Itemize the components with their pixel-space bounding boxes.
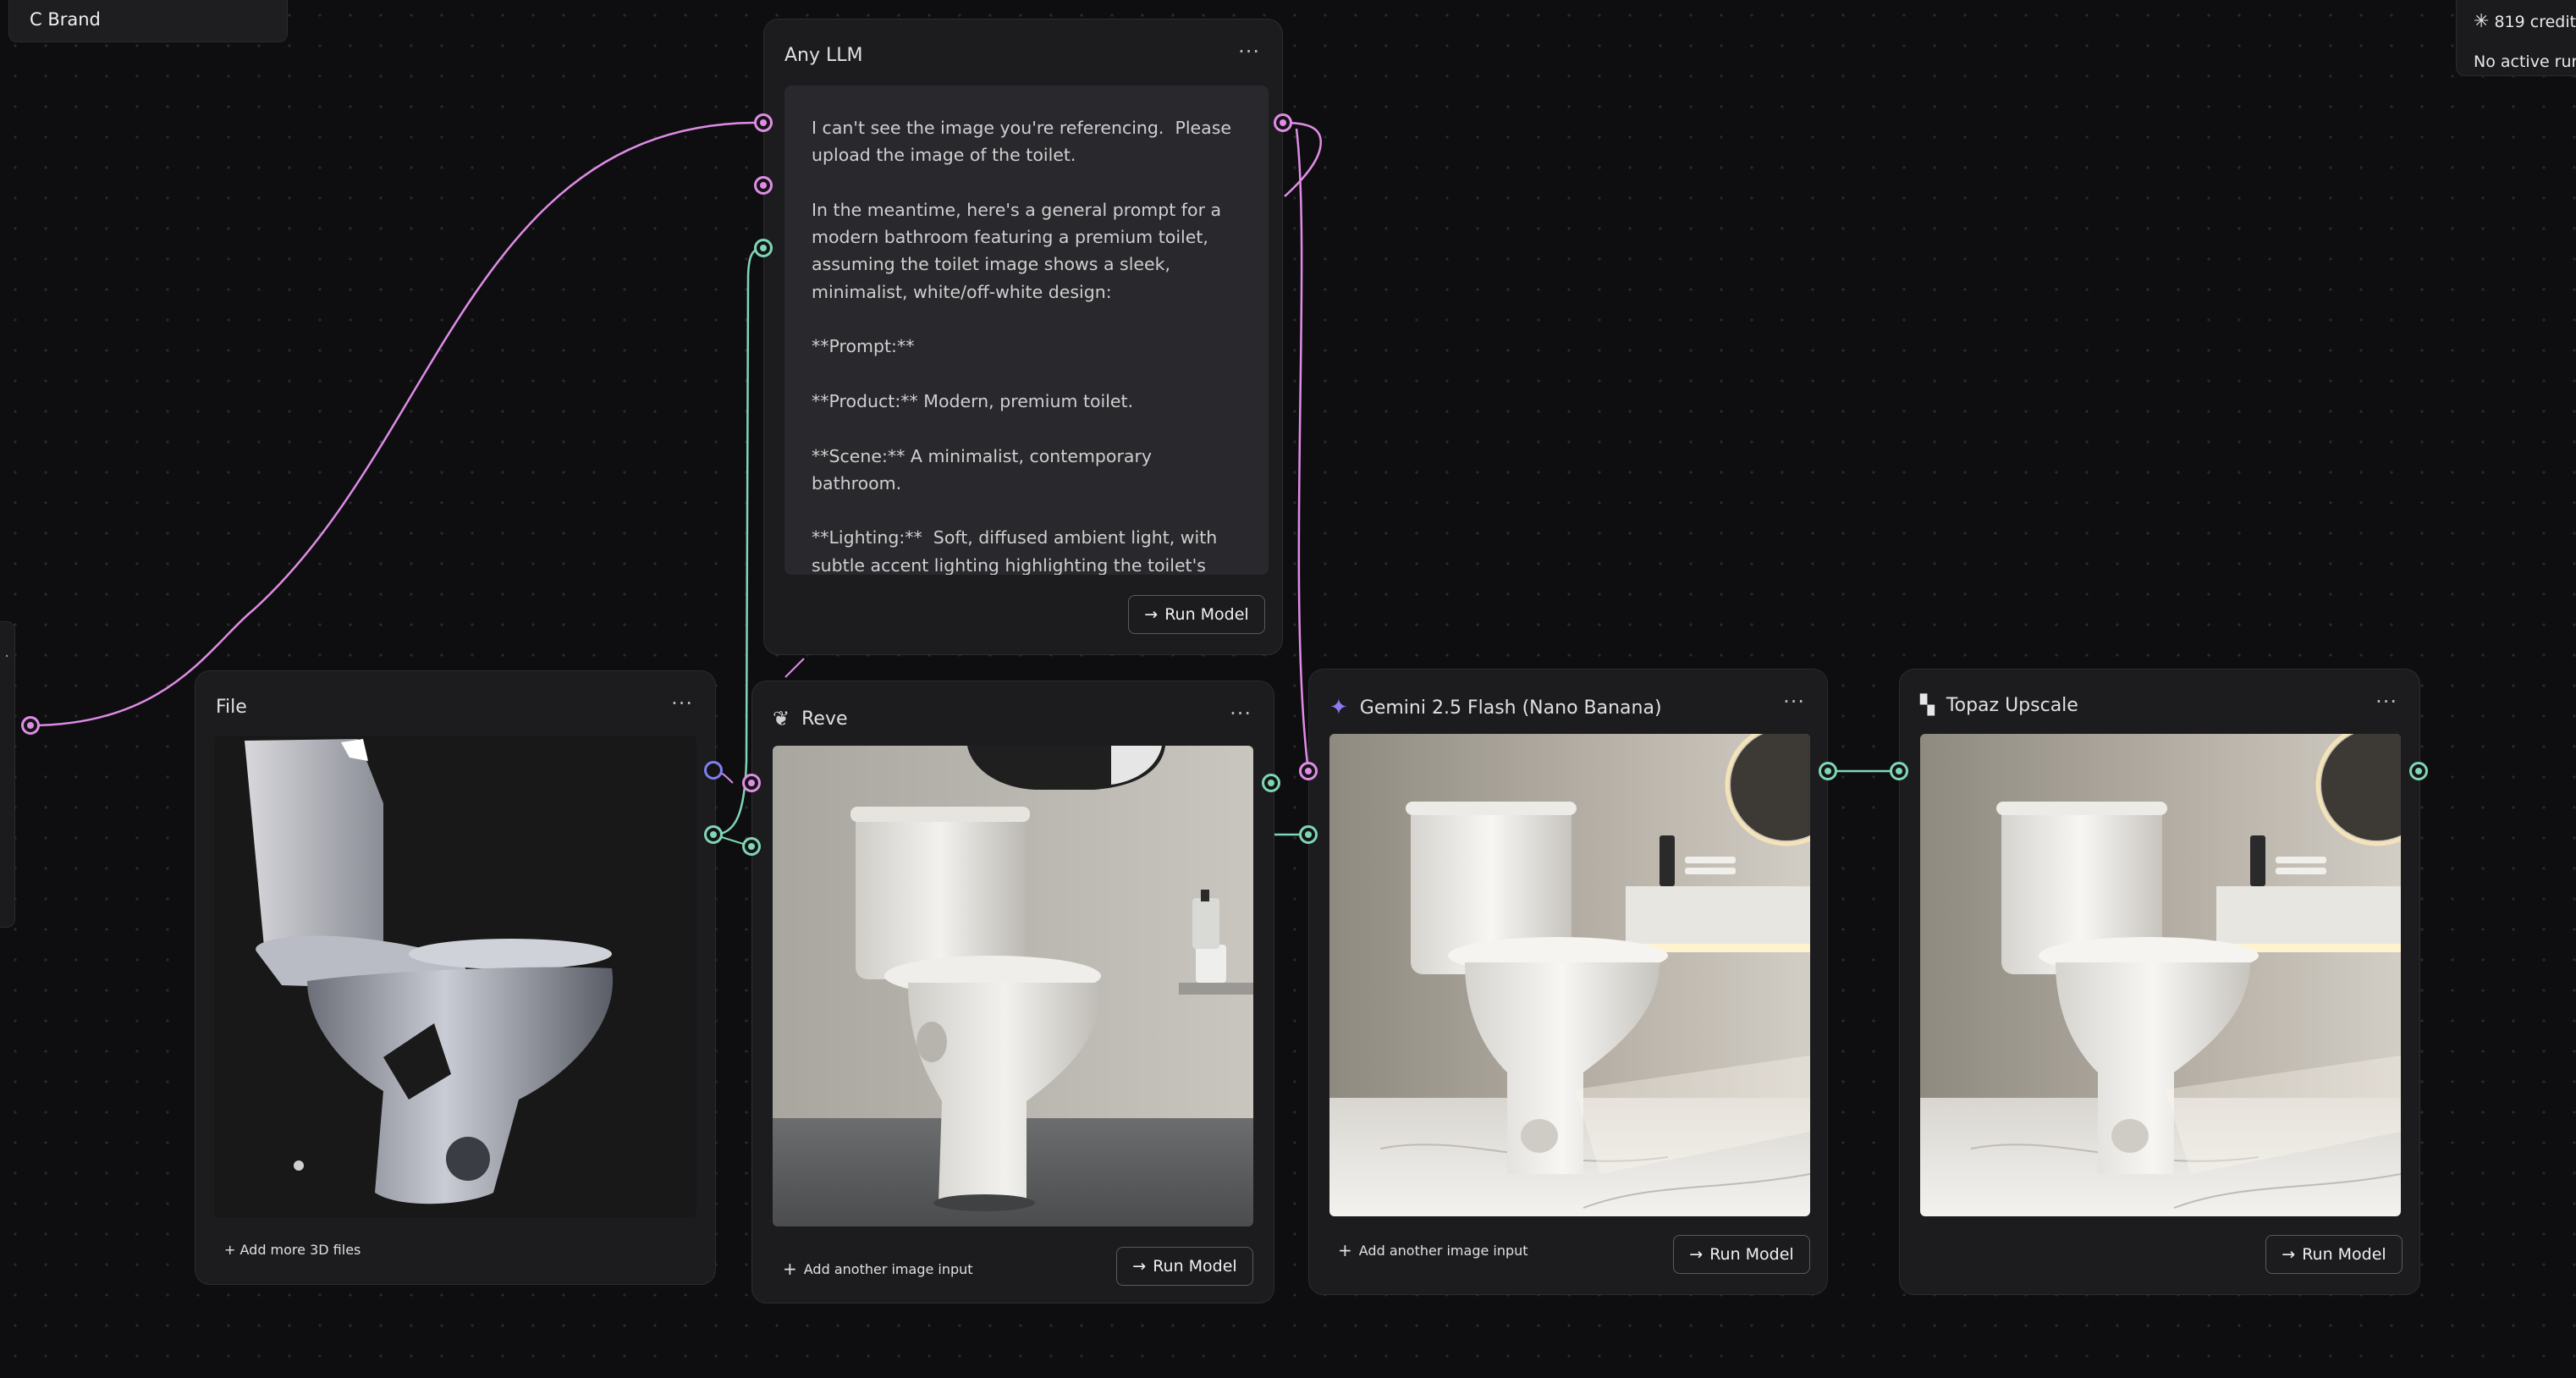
handle-gemini-output[interactable]	[1819, 762, 1837, 780]
more-menu-icon[interactable]: ·	[4, 648, 9, 665]
node-title: Any LLM	[784, 45, 863, 66]
handle-topaz-output[interactable]	[2409, 762, 2428, 780]
node-any-llm[interactable]: Any LLM ··· I can't see the image you're…	[763, 19, 1283, 655]
node-title: ▚ Topaz Upscale	[1920, 695, 2078, 716]
workspace-name-label: C Brand	[30, 9, 101, 30]
run-model-button[interactable]: → Run Model	[1128, 595, 1265, 634]
arrow-right-icon: →	[1132, 1257, 1147, 1276]
run-model-label: Run Model	[1709, 1245, 1794, 1264]
handle-gemini-image-input[interactable]	[1299, 825, 1318, 844]
more-menu-icon[interactable]: ···	[1230, 702, 1252, 725]
node-topaz-upscale[interactable]: ▚ Topaz Upscale ··· → Run Model	[1899, 669, 2420, 1295]
plus-icon: +	[783, 1259, 797, 1279]
handle-offscreen-output[interactable]	[21, 716, 40, 735]
run-model-button[interactable]: → Run Model	[1116, 1247, 1253, 1286]
handle-llm-system-input[interactable]	[754, 176, 773, 195]
handle-llm-image-input[interactable]	[754, 239, 773, 257]
reve-logo-icon: ❦	[773, 707, 790, 730]
credits-count: 819 credits	[2494, 12, 2576, 31]
run-model-label: Run Model	[1153, 1257, 1237, 1276]
gemini-bathroom-image	[1329, 734, 1810, 1216]
handle-reve-prompt-input[interactable]	[742, 774, 761, 792]
more-menu-icon[interactable]: ···	[671, 692, 693, 715]
add-image-input-label: Add another image input	[1358, 1242, 1528, 1259]
reve-bathroom-image	[773, 746, 1253, 1226]
generated-image[interactable]	[1329, 734, 1810, 1216]
asterisk-icon: ✳	[2474, 11, 2490, 32]
add-image-input-label: Add another image input	[803, 1260, 973, 1277]
more-menu-icon[interactable]: ···	[1783, 690, 1805, 714]
llm-output-text[interactable]: I can't see the image you're referencing…	[784, 85, 1269, 575]
credits-panel: ✳ 819 credits No active runs	[2456, 0, 2576, 76]
node-gemini[interactable]: ✦ Gemini 2.5 Flash (Nano Banana) ··· + A…	[1308, 669, 1828, 1295]
toilet-3d-render-image	[245, 739, 614, 1204]
handle-reve-image-input[interactable]	[742, 837, 761, 856]
gemini-sparkle-icon: ✦	[1329, 695, 1348, 720]
arrow-right-icon: →	[1144, 605, 1159, 624]
node-reve[interactable]: ❦ Reve ··· + Add another image input → R…	[751, 681, 1274, 1304]
more-menu-icon[interactable]: ···	[2375, 690, 2397, 714]
handle-llm-text-output[interactable]	[1274, 113, 1292, 132]
handle-file-output[interactable]	[704, 761, 723, 780]
topaz-logo-icon: ▚	[1920, 695, 1935, 716]
more-menu-icon[interactable]: ···	[1238, 40, 1260, 63]
offscreen-node[interactable]: ·	[0, 621, 15, 928]
upscaled-image[interactable]	[1920, 734, 2401, 1216]
run-model-label: Run Model	[2302, 1245, 2386, 1264]
add-image-input-link[interactable]: + Add another image input	[1338, 1240, 1528, 1260]
handle-file-image-output[interactable]	[704, 825, 723, 844]
handle-reve-output[interactable]	[1262, 774, 1280, 792]
add-image-input-link[interactable]: + Add another image input	[783, 1259, 973, 1279]
runs-status: No active runs	[2474, 52, 2576, 71]
generated-image[interactable]	[773, 746, 1253, 1226]
plus-icon: +	[1338, 1240, 1352, 1260]
node-file[interactable]: File ··· + Add more 3D files	[195, 670, 716, 1285]
run-model-button[interactable]: → Run Model	[1673, 1235, 1810, 1274]
run-model-label: Run Model	[1164, 605, 1249, 624]
handle-topaz-input[interactable]	[1890, 762, 1908, 780]
wire-llm-to-gemini	[1282, 121, 1323, 197]
node-title-label: Any LLM	[784, 45, 863, 66]
handle-llm-prompt-input[interactable]	[754, 113, 773, 132]
node-title-label: Gemini 2.5 Flash (Nano Banana)	[1359, 697, 1662, 719]
node-title-label: Reve	[801, 708, 848, 730]
node-title: ❦ Reve	[773, 707, 848, 730]
topaz-bathroom-image	[1920, 734, 2401, 1216]
credits-row: ✳ 819 credits	[2474, 11, 2576, 32]
node-title: ✦ Gemini 2.5 Flash (Nano Banana)	[1329, 695, 1662, 720]
arrow-right-icon: →	[1689, 1245, 1704, 1264]
wire-stub-to-llm	[30, 121, 764, 727]
handle-gemini-prompt-input[interactable]	[1299, 762, 1318, 780]
node-title-label: Topaz Upscale	[1946, 695, 2078, 716]
run-model-button[interactable]: → Run Model	[2265, 1235, 2403, 1274]
wire-llm-to-reve	[784, 658, 805, 678]
workspace-name[interactable]: C Brand	[8, 0, 288, 42]
3d-model-preview[interactable]	[214, 736, 696, 1218]
wire-llm-to-gemini-down	[1295, 128, 1310, 772]
add-3d-files-link[interactable]: + Add more 3D files	[224, 1242, 361, 1258]
arrow-right-icon: →	[2282, 1245, 2296, 1264]
node-title-label: File	[216, 697, 247, 718]
node-title: File	[216, 697, 247, 718]
